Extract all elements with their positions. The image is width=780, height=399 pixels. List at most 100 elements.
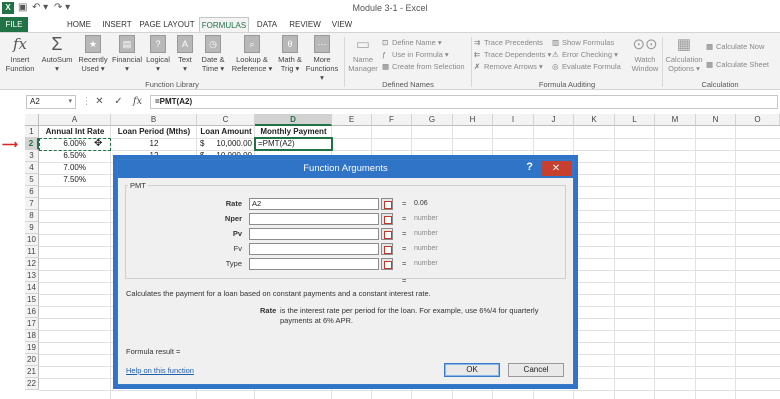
- trace-dependents-button[interactable]: ⇇ Trace Dependents ▾: [474, 49, 552, 61]
- column-header-f[interactable]: F: [372, 114, 412, 126]
- ok-button[interactable]: OK: [444, 363, 500, 377]
- column-header-g[interactable]: G: [412, 114, 453, 126]
- row-header-10[interactable]: 10: [25, 234, 39, 246]
- arg-input-fv[interactable]: [249, 243, 379, 255]
- row-header-4[interactable]: 4: [25, 162, 39, 174]
- tab-file[interactable]: FILE: [0, 17, 28, 32]
- collapse-dialog-rate-icon[interactable]: [381, 198, 393, 210]
- cancel-button[interactable]: Cancel: [508, 363, 564, 377]
- row-header-22[interactable]: 22: [25, 378, 39, 390]
- column-header-d[interactable]: D: [255, 114, 332, 126]
- logical-button[interactable]: ? Logical ▾: [144, 35, 172, 73]
- cell-a2[interactable]: 6.00%: [39, 138, 89, 150]
- enter-entry-button[interactable]: ✓: [112, 95, 125, 109]
- recently-used-button[interactable]: ★ Recently Used ▾: [75, 35, 111, 73]
- calculate-now-button[interactable]: ▦ Calculate Now: [706, 41, 778, 53]
- autosum-button[interactable]: Σ AutoSum ▾: [40, 35, 74, 74]
- show-formulas-button[interactable]: ▥ Show Formulas: [552, 37, 628, 49]
- define-name-button[interactable]: ⊡ Define Name ▾: [382, 37, 470, 49]
- cell-a3[interactable]: 6.50%: [39, 150, 89, 162]
- close-button[interactable]: ✕: [541, 161, 571, 176]
- row-header-14[interactable]: 14: [25, 282, 39, 294]
- arg-input-nper[interactable]: [249, 213, 379, 225]
- error-checking-button[interactable]: ⚠ Error Checking ▾: [552, 49, 628, 61]
- row-header-20[interactable]: 20: [25, 354, 39, 366]
- arg-input-pv[interactable]: [249, 228, 379, 240]
- calculate-sheet-button[interactable]: ▦ Calculate Sheet: [706, 59, 778, 71]
- tab-review[interactable]: REVIEW: [287, 17, 323, 32]
- trace-precedents-button[interactable]: ⇉ Trace Precedents: [474, 37, 552, 49]
- row-header-5[interactable]: 5: [25, 174, 39, 186]
- collapse-dialog-pv-icon[interactable]: [381, 228, 393, 240]
- cell-c1[interactable]: Loan Amount: [197, 126, 255, 138]
- column-header-b[interactable]: B: [111, 114, 197, 126]
- row-header-8[interactable]: 8: [25, 210, 39, 222]
- insert-function-button[interactable]: fx Insert Function: [2, 35, 38, 73]
- select-all-corner[interactable]: [25, 114, 39, 126]
- column-header-c[interactable]: C: [197, 114, 255, 126]
- remove-arrows-button[interactable]: ✗ Remove Arrows ▾: [474, 61, 552, 73]
- lookup-reference-button[interactable]: ⌕ Lookup & Reference ▾: [230, 35, 274, 73]
- tab-formulas[interactable]: FORMULAS: [199, 17, 249, 32]
- collapse-dialog-nper-icon[interactable]: [381, 213, 393, 225]
- tab-home[interactable]: HOME: [62, 17, 96, 32]
- row-header-16[interactable]: 16: [25, 306, 39, 318]
- column-header-m[interactable]: M: [655, 114, 696, 126]
- column-header-o[interactable]: O: [736, 114, 780, 126]
- row-header-15[interactable]: 15: [25, 294, 39, 306]
- column-header-a[interactable]: A: [39, 114, 111, 126]
- row-header-18[interactable]: 18: [25, 330, 39, 342]
- row-header-21[interactable]: 21: [25, 366, 39, 378]
- watch-window-button[interactable]: ⊙⊙ Watch Window: [630, 35, 660, 74]
- collapse-dialog-type-icon[interactable]: [381, 258, 393, 270]
- financial-button[interactable]: ▤ Financial ▾: [112, 35, 142, 73]
- name-manager-button[interactable]: ▭ Name Manager: [346, 35, 380, 74]
- arg-input-type[interactable]: [249, 258, 379, 270]
- row-header-13[interactable]: 13: [25, 270, 39, 282]
- row-header-19[interactable]: 19: [25, 342, 39, 354]
- arg-input-rate[interactable]: A2: [249, 198, 379, 210]
- tab-data[interactable]: DATA: [252, 17, 282, 32]
- row-header-11[interactable]: 11: [25, 246, 39, 258]
- tab-view[interactable]: VIEW: [328, 17, 356, 32]
- evaluate-formula-button[interactable]: ◎ Evaluate Formula: [552, 61, 628, 73]
- help-button[interactable]: ?: [526, 161, 533, 173]
- formula-input[interactable]: =PMT(A2): [150, 95, 778, 109]
- column-header-k[interactable]: K: [574, 114, 615, 126]
- row-header-12[interactable]: 12: [25, 258, 39, 270]
- column-header-n[interactable]: N: [696, 114, 736, 126]
- insert-function-fx-button[interactable]: fx: [131, 95, 144, 109]
- create-from-selection-button[interactable]: ▦ Create from Selection: [382, 61, 470, 73]
- cell-c2[interactable]: 10,000.00: [207, 138, 255, 150]
- cell-a4[interactable]: 7.00%: [39, 162, 89, 174]
- cancel-entry-button[interactable]: ✕: [93, 95, 106, 109]
- row-header-17[interactable]: 17: [25, 318, 39, 330]
- calculation-options-button[interactable]: ▦ Calculation Options ▾: [664, 35, 704, 74]
- cell-b1[interactable]: Loan Period (Mths): [111, 126, 197, 138]
- tab-insert[interactable]: INSERT: [99, 17, 135, 32]
- use-in-formula-button[interactable]: ƒ Use in Formula ▾: [382, 49, 470, 61]
- cell-a5[interactable]: 7.50%: [39, 174, 89, 186]
- cell-a1[interactable]: Annual Int Rate: [39, 126, 111, 138]
- tab-page-layout[interactable]: PAGE LAYOUT: [138, 17, 196, 32]
- name-box[interactable]: A2 ▾: [26, 95, 76, 109]
- help-on-function-link[interactable]: Help on this function: [126, 366, 194, 375]
- column-header-e[interactable]: E: [332, 114, 372, 126]
- row-header-9[interactable]: 9: [25, 222, 39, 234]
- text-button[interactable]: A Text ▾: [174, 35, 196, 73]
- date-time-button[interactable]: ◷ Date & Time ▾: [198, 35, 228, 73]
- collapse-dialog-fv-icon[interactable]: [381, 243, 393, 255]
- cell-b2[interactable]: 12: [111, 138, 197, 150]
- column-header-l[interactable]: L: [615, 114, 655, 126]
- column-header-h[interactable]: H: [453, 114, 493, 126]
- row-header-7[interactable]: 7: [25, 198, 39, 210]
- column-header-i[interactable]: I: [493, 114, 534, 126]
- more-functions-button[interactable]: ⋯ More Functions ▾: [303, 35, 341, 82]
- column-header-j[interactable]: J: [534, 114, 574, 126]
- row-header-1[interactable]: 1: [25, 126, 39, 138]
- row-header-3[interactable]: 3: [25, 150, 39, 162]
- row-header-2[interactable]: 2: [25, 138, 39, 150]
- math-trig-button[interactable]: θ Math & Trig ▾: [275, 35, 305, 73]
- row-header-6[interactable]: 6: [25, 186, 39, 198]
- cell-d2-active[interactable]: =PMT(A2): [254, 137, 333, 151]
